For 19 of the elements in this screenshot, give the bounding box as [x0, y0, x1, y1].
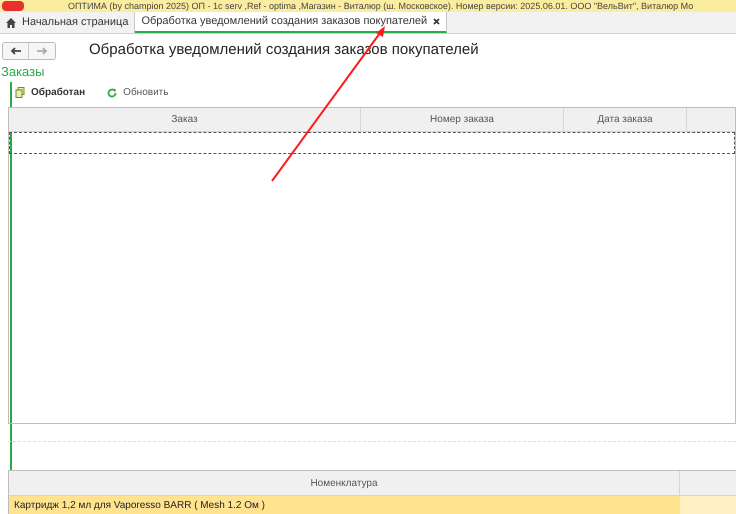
window-title: ОПТИМА (by champion 2025) ОП - 1c serv ,Ref - optima ,Магазин - Виталюр (ш. Московское). Номер версии: 2025.06.01. ООО "ВельВит", Виталюр Мо — [68, 0, 694, 12]
table-row[interactable]: Картридж 1,2 мл для Vaporesso BARR ( Mesh 1.2 Ом ) — [9, 496, 736, 514]
refresh-icon — [107, 88, 118, 98]
app-logo-icon — [2, 1, 24, 11]
section-title: Заказы — [0, 64, 46, 80]
column-header: Номенклатура — [9, 471, 680, 495]
column-header: Номер заказа — [361, 108, 564, 131]
column-header: Заказ — [9, 108, 361, 131]
column-header: Дата заказа — [564, 108, 687, 131]
table-cell-text: Картридж 1,2 мл для Vaporesso BARR ( Mesh 1.2 Ом ) — [13, 498, 266, 512]
close-icon[interactable] — [433, 18, 440, 25]
table-row[interactable] — [9, 132, 735, 154]
toolbar-button[interactable]: Обновить — [107, 85, 168, 100]
document-icon — [15, 87, 25, 98]
left-arrow-icon — [10, 47, 22, 55]
right-arrow-icon — [36, 47, 48, 55]
home-icon — [6, 18, 16, 28]
tab[interactable]: Обработка уведомлений создания заказов покупателей — [135, 12, 448, 33]
toolbar-button[interactable]: Обработан — [15, 85, 86, 100]
